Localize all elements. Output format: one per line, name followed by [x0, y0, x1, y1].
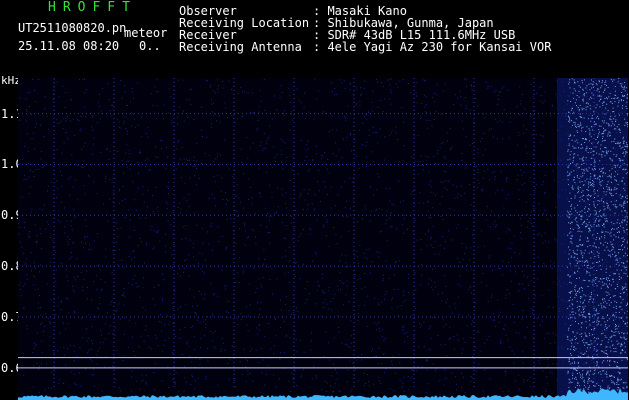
spectrogram-svg: [18, 78, 628, 400]
meteor-count: 0..: [139, 39, 161, 53]
app-brand: HROFFT: [48, 0, 137, 15]
file-name: UT2511080820.pn: [18, 21, 127, 35]
capture-datetime: 25.11.08 08:20: [18, 39, 120, 53]
spectrogram-plot: [18, 78, 628, 400]
antenna-value: : 4ele Yagi Az 230 for Kansai VOR: [313, 40, 552, 54]
antenna-label: Receiving Antenna: [179, 40, 302, 54]
mode-label: meteor: [124, 26, 168, 40]
plot-background: [18, 78, 628, 400]
